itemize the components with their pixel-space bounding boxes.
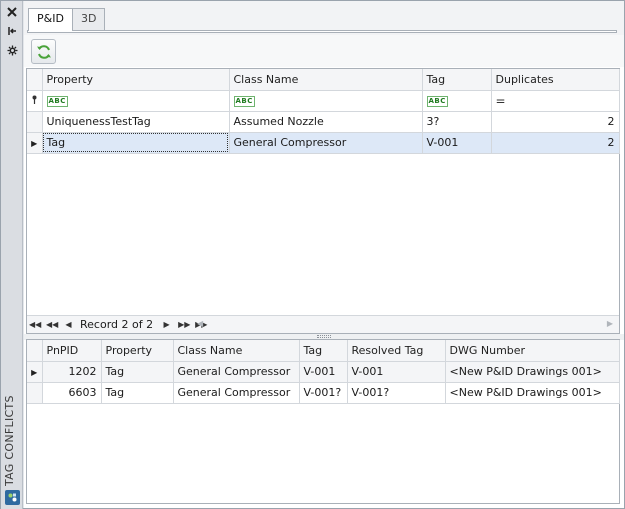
- cell-property[interactable]: Tag: [101, 361, 174, 383]
- horizontal-scrollbar[interactable]: ◀ ▶: [197, 319, 613, 330]
- abc-filter-icon: ABC: [233, 95, 255, 107]
- cell-class-name[interactable]: Assumed Nozzle: [229, 111, 423, 133]
- row-pointer-icon: ▶: [31, 368, 38, 377]
- filter-cell-duplicates[interactable]: =: [491, 90, 620, 112]
- column-header-pnpid[interactable]: PnPID: [42, 340, 102, 362]
- palette-title-strip: TAG CONFLICTS: [1, 1, 23, 509]
- column-header-duplicates[interactable]: Duplicates: [491, 69, 620, 91]
- filter-cell-tag[interactable]: ABC: [422, 90, 492, 112]
- refresh-icon: [36, 44, 51, 59]
- conflicts-grid: Property Class Name Tag Duplicates ABC A…: [26, 68, 620, 334]
- cell-property[interactable]: Tag: [101, 382, 174, 404]
- current-row-indicator[interactable]: ▶: [27, 361, 43, 383]
- auto-hide-icon[interactable]: [5, 24, 19, 38]
- main-content: P&ID 3D Property Class Name Tag Duplicat…: [24, 1, 624, 508]
- splitter-grip-icon: [317, 335, 331, 338]
- column-header-resolved-tag[interactable]: Resolved Tag: [347, 340, 446, 362]
- tab-pid[interactable]: P&ID: [28, 8, 73, 31]
- cell-class-name[interactable]: General Compressor: [229, 132, 423, 154]
- plant-logo-icon: [5, 490, 20, 505]
- cell-property[interactable]: UniquenessTestTag: [42, 111, 230, 133]
- next-record-icon[interactable]: ▶: [161, 320, 172, 329]
- abc-filter-icon: ABC: [426, 95, 448, 107]
- row-indicator[interactable]: [27, 382, 43, 404]
- toolbar: [24, 35, 624, 67]
- next-page-icon[interactable]: ▶▶: [178, 320, 190, 329]
- cell-tag[interactable]: V-001: [422, 132, 492, 154]
- cell-resolved-tag[interactable]: V-001?: [347, 382, 446, 404]
- prev-page-icon[interactable]: ◀◀: [46, 320, 58, 329]
- filter-cell-class-name[interactable]: ABC: [229, 90, 423, 112]
- cell-duplicates[interactable]: 2: [491, 111, 620, 133]
- filter-pin-icon: [27, 90, 43, 112]
- table-row-selected[interactable]: ▶ 1202 Tag General Compressor V-001 V-00…: [27, 361, 620, 383]
- row-indicator[interactable]: [27, 111, 43, 133]
- tab-underline: [27, 30, 617, 33]
- column-header-class-name[interactable]: Class Name: [173, 340, 300, 362]
- cell-tag[interactable]: V-001?: [299, 382, 348, 404]
- header-row: PnPID Property Class Name Tag Resolved T…: [27, 340, 620, 362]
- column-header-property[interactable]: Property: [101, 340, 174, 362]
- row-pointer-icon: ▶: [31, 139, 38, 148]
- tab-bar: P&ID 3D: [24, 1, 624, 35]
- properties-gear-icon[interactable]: [5, 43, 19, 57]
- prev-record-icon[interactable]: ◀: [63, 320, 74, 329]
- record-counter: Record 2 of 2: [80, 318, 154, 331]
- column-header-dwg-number[interactable]: DWG Number: [445, 340, 620, 362]
- cell-duplicates[interactable]: 2: [491, 132, 620, 154]
- refresh-button[interactable]: [31, 39, 56, 64]
- details-grid: PnPID Property Class Name Tag Resolved T…: [26, 339, 620, 504]
- header-row: Property Class Name Tag Duplicates: [27, 69, 620, 91]
- abc-filter-icon: ABC: [46, 95, 68, 107]
- cell-class-name[interactable]: General Compressor: [173, 382, 300, 404]
- tag-conflicts-window: TAG CONFLICTS P&ID 3D Property Class Nam…: [0, 0, 625, 509]
- column-header-tag[interactable]: Tag: [299, 340, 348, 362]
- header-indicator: [27, 340, 43, 362]
- cell-property[interactable]: Tag: [42, 132, 230, 154]
- column-header-tag[interactable]: Tag: [422, 69, 492, 91]
- scroll-left-icon[interactable]: ◀: [197, 319, 203, 328]
- filter-cell-property[interactable]: ABC: [42, 90, 230, 112]
- table-row-selected[interactable]: ▶ Tag General Compressor V-001 2: [27, 132, 620, 154]
- cell-class-name[interactable]: General Compressor: [173, 361, 300, 383]
- cell-tag[interactable]: 3?: [422, 111, 492, 133]
- equals-filter-icon: =: [495, 93, 506, 108]
- filter-row: ABC ABC ABC =: [27, 90, 620, 112]
- record-navigator: ◀◀ ◀◀ ◀ Record 2 of 2 ▶ ▶▶ ▶▶ ◀ ▶: [27, 315, 619, 333]
- cell-tag[interactable]: V-001: [299, 361, 348, 383]
- first-record-icon[interactable]: ◀◀: [29, 320, 41, 329]
- tab-3d[interactable]: 3D: [72, 8, 106, 30]
- cell-pnpid[interactable]: 1202: [42, 361, 102, 383]
- close-icon[interactable]: [5, 5, 19, 19]
- table-row[interactable]: UniquenessTestTag Assumed Nozzle 3? 2: [27, 111, 620, 133]
- current-row-indicator[interactable]: ▶: [27, 132, 43, 154]
- column-header-class-name[interactable]: Class Name: [229, 69, 423, 91]
- header-indicator: [27, 69, 43, 91]
- table-row[interactable]: 6603 Tag General Compressor V-001? V-001…: [27, 382, 620, 404]
- column-header-property[interactable]: Property: [42, 69, 230, 91]
- cell-resolved-tag[interactable]: V-001: [347, 361, 446, 383]
- cell-pnpid[interactable]: 6603: [42, 382, 102, 404]
- cell-dwg-number[interactable]: <New P&ID Drawings 001>: [445, 382, 620, 404]
- panel-title: TAG CONFLICTS: [3, 395, 16, 486]
- cell-dwg-number[interactable]: <New P&ID Drawings 001>: [445, 361, 620, 383]
- scroll-right-icon[interactable]: ▶: [607, 319, 613, 328]
